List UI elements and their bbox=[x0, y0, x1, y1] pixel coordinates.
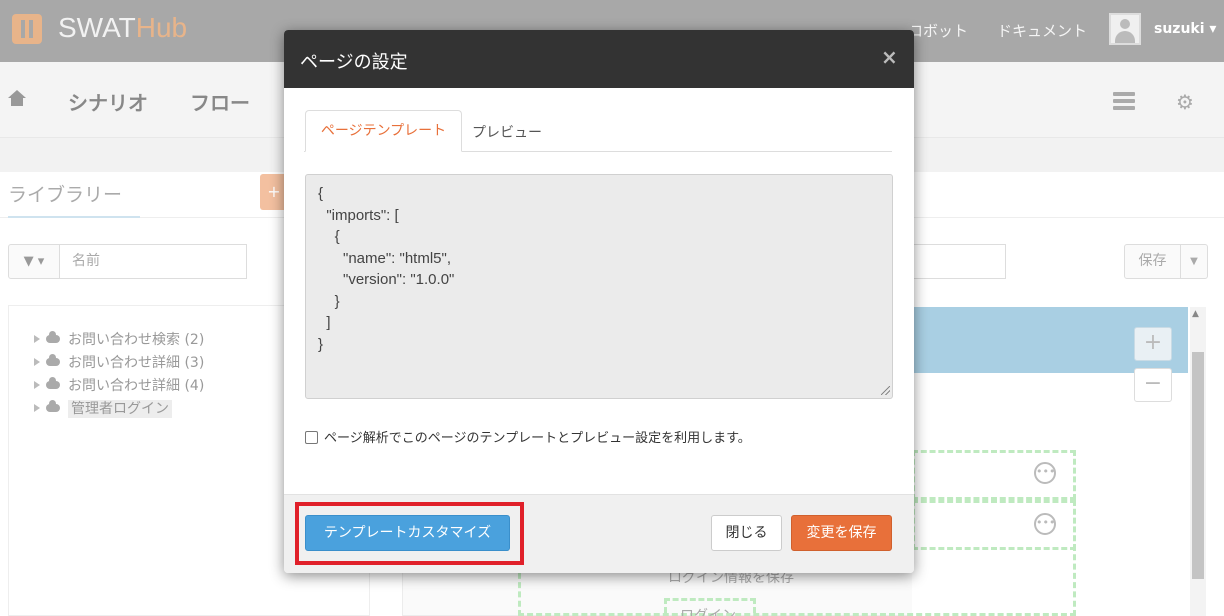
tree-item[interactable]: お問い合わせ詳細 (4) bbox=[34, 375, 204, 395]
expand-arrow-icon[interactable] bbox=[34, 404, 40, 412]
close-icon[interactable]: × bbox=[881, 45, 898, 69]
zoom-in-button[interactable]: + bbox=[1134, 327, 1172, 361]
step-login[interactable]: ログイン bbox=[680, 605, 736, 616]
template-json-textarea[interactable]: { "imports": [ { "name": "html5", "versi… bbox=[305, 174, 893, 399]
resize-handle-icon[interactable] bbox=[881, 386, 890, 395]
server-icon[interactable] bbox=[1113, 92, 1135, 110]
cloud-icon bbox=[46, 400, 60, 412]
avatar[interactable] bbox=[1109, 13, 1141, 45]
scrollbar-thumb[interactable] bbox=[1192, 352, 1204, 579]
nav-document[interactable]: ドキュメント bbox=[997, 20, 1087, 41]
page-settings-modal: ページの設定 × ページテンプレート プレビュー { "imports": [ … bbox=[284, 30, 914, 573]
user-menu[interactable]: suzuki ▾ bbox=[1154, 21, 1216, 37]
cloud-icon bbox=[46, 331, 60, 343]
save-changes-button[interactable]: 変更を保存 bbox=[791, 515, 892, 551]
tree-item[interactable]: お問い合わせ詳細 (3) bbox=[34, 352, 204, 372]
save-dropdown-caret[interactable]: ▼ bbox=[1180, 244, 1208, 279]
highlight-annotation bbox=[295, 502, 524, 565]
tree-item[interactable]: 管理者ログイン bbox=[34, 398, 172, 418]
close-button[interactable]: 閉じる bbox=[711, 515, 782, 551]
library-tab-underline bbox=[8, 216, 140, 218]
tab-preview[interactable]: プレビュー bbox=[472, 122, 542, 142]
cloud-icon bbox=[46, 377, 60, 389]
use-template-checkbox-row[interactable]: ページ解析でこのページのテンプレートとプレビュー設定を利用します。 bbox=[305, 427, 751, 446]
checkbox-label: ページ解析でこのページのテンプレートとプレビュー設定を利用します。 bbox=[324, 431, 751, 446]
scroll-up-icon[interactable]: ▲ bbox=[1192, 309, 1199, 319]
filter-button[interactable]: ▼ ▾ bbox=[8, 244, 60, 279]
expand-arrow-icon[interactable] bbox=[34, 358, 40, 366]
tab-page-template[interactable]: ページテンプレート bbox=[305, 110, 462, 152]
node-connector-icon[interactable]: ••• bbox=[1034, 462, 1056, 484]
expand-arrow-icon[interactable] bbox=[34, 381, 40, 389]
menu-scenario[interactable]: シナリオ bbox=[68, 87, 148, 116]
node-connector-icon[interactable]: ••• bbox=[1034, 513, 1056, 535]
modal-header: ページの設定 × bbox=[284, 30, 914, 88]
menu-flow[interactable]: フロー bbox=[190, 87, 250, 116]
logo-icon bbox=[12, 14, 42, 44]
nav-robot[interactable]: ロボット bbox=[912, 20, 968, 41]
app-logo[interactable]: SWATHub bbox=[58, 12, 187, 44]
gears-icon[interactable]: ⚙ bbox=[1176, 90, 1194, 114]
cloud-icon bbox=[46, 354, 60, 366]
use-template-checkbox[interactable] bbox=[305, 431, 318, 444]
expand-arrow-icon[interactable] bbox=[34, 335, 40, 343]
home-icon[interactable] bbox=[8, 90, 26, 106]
library-title[interactable]: ライブラリー bbox=[8, 180, 122, 207]
name-search-input[interactable]: 名前 bbox=[59, 244, 247, 279]
tree-item[interactable]: お問い合わせ検索 (2) bbox=[34, 329, 204, 349]
editor-input[interactable] bbox=[910, 244, 1006, 279]
zoom-out-button[interactable]: − bbox=[1134, 368, 1172, 402]
modal-title: ページの設定 bbox=[300, 52, 408, 73]
save-button[interactable]: 保存 bbox=[1124, 244, 1181, 279]
